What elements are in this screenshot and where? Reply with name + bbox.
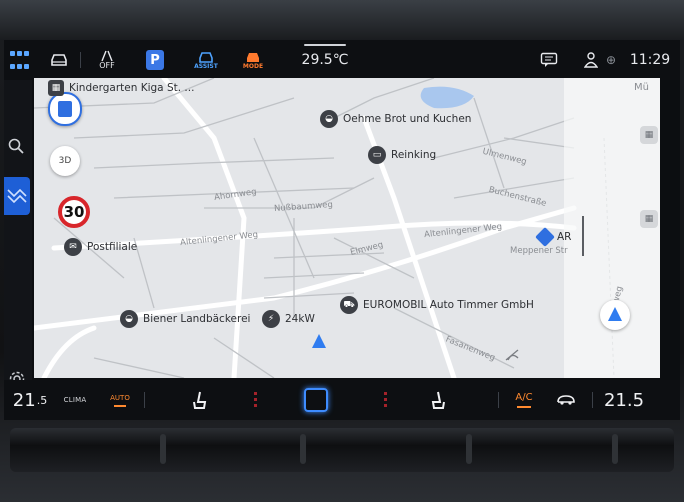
- climate-bar: 21.5 CLIMA AUTO A/C 21.5: [4, 380, 680, 420]
- ac-label: A/C: [515, 392, 533, 403]
- no-signal-icon: [505, 349, 519, 361]
- driver-temp-decimal: .5: [36, 393, 48, 407]
- poi-oehme[interactable]: ◒ Oehme Brot und Kuchen: [320, 110, 471, 128]
- zoom-slider-handle[interactable]: [582, 216, 584, 256]
- poi-biener-label: Biener Landbäckerei: [143, 313, 251, 325]
- route-icon: [7, 188, 27, 204]
- clima-button[interactable]: CLIMA: [60, 386, 90, 414]
- poi-charging-station[interactable]: ⚡ 24kW: [262, 310, 315, 328]
- assist-car-icon: [199, 51, 213, 63]
- fuel-brand-icon: [535, 227, 555, 247]
- message-icon[interactable]: [538, 47, 560, 73]
- poi-kindergarten-label: Kindergarten Kiga St. ...: [69, 82, 195, 94]
- school-icon: ▦: [48, 80, 64, 96]
- temp-indicator-line: [304, 44, 346, 46]
- driver-temperature[interactable]: 21.5: [8, 386, 52, 414]
- poi-charging-label: 24kW: [285, 313, 315, 325]
- map-poi-icon[interactable]: ▦: [640, 210, 658, 228]
- seat-heat-level-indicator: [254, 392, 257, 408]
- passenger-temperature[interactable]: 21.5: [600, 386, 648, 414]
- climate-menu-button[interactable]: [304, 388, 328, 412]
- vent-slat: [612, 434, 618, 464]
- divider: [592, 392, 593, 408]
- driver-temp-integer: 21: [12, 389, 36, 411]
- poi-euromobil-label: EUROMOBIL Auto Timmer GmbH: [363, 299, 534, 311]
- seat-heat-icon: [193, 391, 207, 409]
- app-grid-icon[interactable]: [8, 47, 30, 73]
- passenger-seat-heat-button[interactable]: [428, 386, 450, 414]
- bakery-icon: ◒: [120, 310, 138, 328]
- assist-button[interactable]: ASSIST: [192, 47, 220, 73]
- bakery-icon: ◒: [320, 110, 338, 128]
- recirculation-icon[interactable]: [554, 386, 578, 414]
- outside-temperature: 29.5℃: [301, 52, 349, 68]
- fuel-pump-icon: [58, 101, 72, 117]
- clock: 11:29: [629, 52, 671, 68]
- vent-slat: [466, 434, 472, 464]
- assist-label: ASSIST: [194, 62, 218, 70]
- poi-postfiliale-label: Postfiliale: [87, 241, 138, 253]
- left-nav-strip: [4, 80, 32, 387]
- car-dealer-icon: ⛟: [340, 296, 358, 314]
- navigation-map[interactable]: 3D 30 ▦ Kindergarten Kiga St. ... ◒ Oehme …: [34, 78, 660, 378]
- seat-heat-level-indicator: [384, 392, 387, 408]
- poi-reinking[interactable]: ▭ Reinking: [368, 146, 436, 164]
- map-layer-icon[interactable]: ▦: [640, 126, 658, 144]
- status-bar: OFF P ASSIST MODE 29.5℃ ⊕ 11:29: [4, 40, 680, 80]
- user-profile-icon[interactable]: [582, 47, 600, 73]
- poi-oehme-label: Oehme Brot und Kuchen: [343, 113, 472, 125]
- poi-euromobil[interactable]: ⛟ EUROMOBIL Auto Timmer GmbH: [340, 296, 534, 314]
- poi-ar[interactable]: AR: [535, 227, 572, 247]
- fuel-station-button[interactable]: [48, 92, 82, 126]
- mode-label: MODE: [242, 62, 264, 70]
- car-icon[interactable]: [48, 47, 70, 73]
- park-button[interactable]: P: [146, 50, 164, 70]
- divider: [498, 392, 499, 408]
- poi-biener[interactable]: ◒ Biener Landbäckerei: [120, 310, 250, 328]
- vent-slat: [160, 434, 166, 464]
- ac-active-indicator: [517, 406, 531, 408]
- vent-slat: [300, 434, 306, 464]
- mode-car-icon: [247, 52, 259, 62]
- poi-top-right[interactable]: Mü: [634, 82, 649, 93]
- globe-icon: ⊕: [605, 53, 617, 67]
- map-side-panel: [564, 78, 660, 378]
- ev-charger-icon: ⚡: [262, 310, 280, 328]
- divider: [80, 52, 81, 68]
- driver-seat-heat-button[interactable]: [188, 386, 210, 414]
- compass-recenter-button[interactable]: [600, 300, 630, 330]
- poi-kindergarten[interactable]: ▦ Kindergarten Kiga St. ...: [48, 80, 194, 96]
- poi-ar-label: AR: [557, 231, 572, 243]
- seat-heat-icon: [431, 391, 445, 409]
- vehicle-position-arrow: [312, 334, 326, 348]
- poi-postfiliale[interactable]: ✉ Postfiliale: [64, 238, 137, 256]
- divider: [144, 392, 145, 408]
- speed-limit-sign: 30: [58, 196, 90, 228]
- search-icon[interactable]: [8, 138, 26, 156]
- navigation-arrow-icon: [608, 307, 622, 321]
- route-overview-button[interactable]: [4, 177, 30, 215]
- mail-icon: ✉: [64, 238, 82, 256]
- ac-button[interactable]: A/C: [510, 386, 538, 414]
- auto-label: AUTO: [110, 393, 130, 402]
- view-3d-button[interactable]: 3D: [50, 146, 80, 176]
- auto-active-indicator: [114, 404, 126, 407]
- poi-reinking-label: Reinking: [391, 149, 437, 161]
- hotel-bed-icon: ▭: [368, 146, 386, 164]
- auto-climate-button[interactable]: AUTO: [106, 386, 134, 414]
- assist-off-label: OFF: [99, 61, 115, 70]
- street-meppener: Meppener Str: [510, 246, 568, 256]
- air-vent: [10, 428, 674, 472]
- assist-off-button[interactable]: OFF: [94, 47, 120, 73]
- drive-mode-button[interactable]: MODE: [240, 47, 266, 73]
